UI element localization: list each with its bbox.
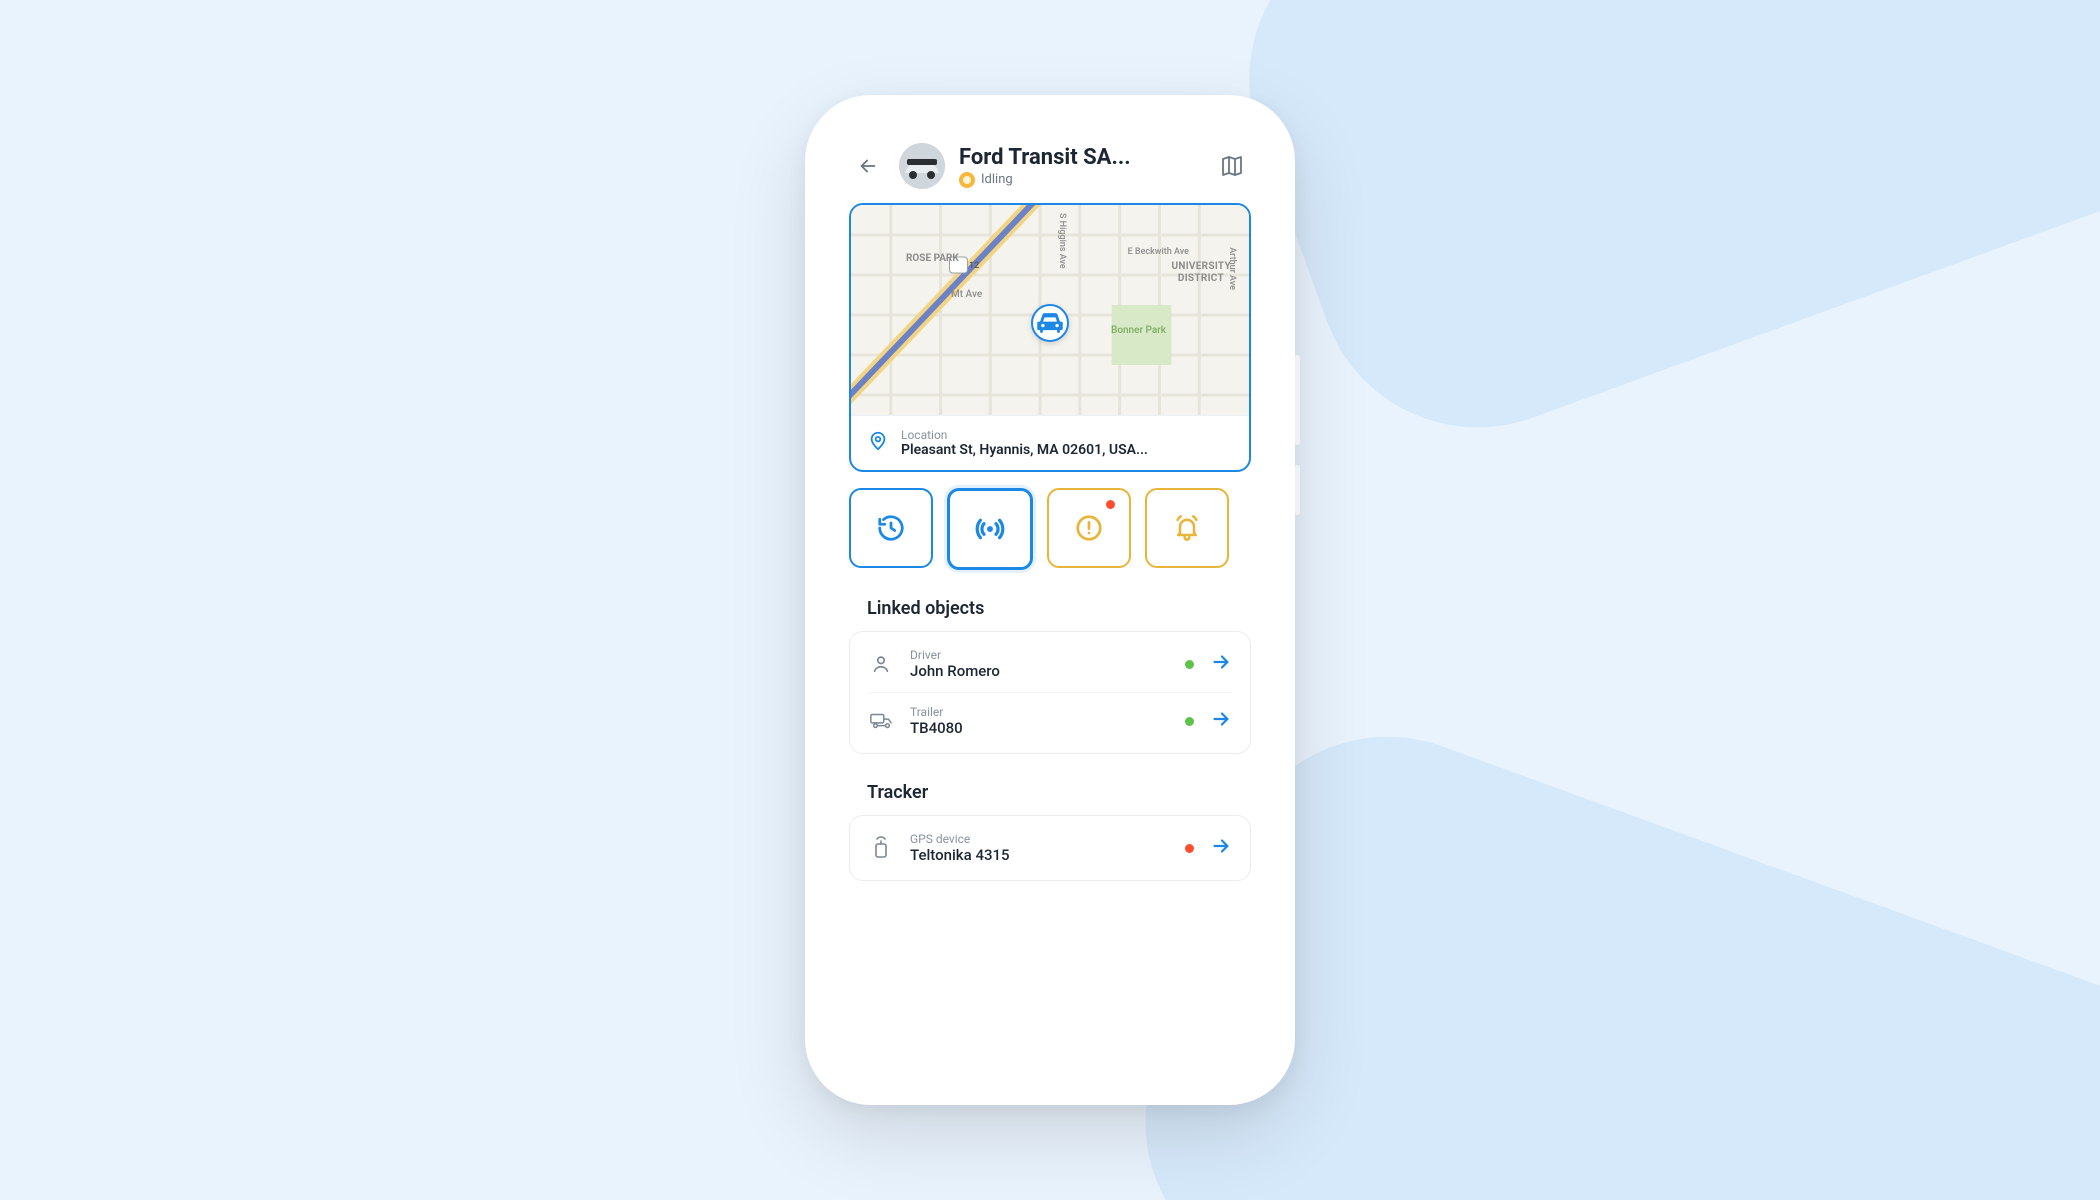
driver-status-led [1185,660,1194,669]
map-label-beckwith: E Beckwith Ave [1128,247,1189,257]
vehicle-avatar [899,143,945,189]
car-icon [1033,306,1067,340]
arrow-right-icon [1210,708,1232,730]
location-value: Pleasant St, Hyannis, MA 02601, USA... [901,442,1211,458]
tracker-title: Tracker [867,782,1247,803]
map-card: ROSE PARK Mt Ave Bonner Park UNIVERSITY … [849,203,1251,472]
location-pin-icon [867,430,889,456]
map-icon [1220,154,1244,178]
tracker-open-arrow[interactable] [1210,835,1232,861]
page-title: Ford Transit SA... [959,145,1201,170]
tracker-card: GPS device Teltonika 4315 [849,815,1251,881]
linked-objects-title: Linked objects [867,598,1247,619]
alerts-button[interactable] [1047,488,1131,568]
map-label-univ2: DISTRICT [1178,273,1224,284]
alerts-badge [1106,500,1115,509]
trailer-icon [868,710,894,732]
broadcast-icon [974,513,1006,545]
arrow-right-icon [1210,651,1232,673]
phone-screen: Ford Transit SA... Idling [827,117,1273,1083]
driver-label: Driver [910,648,1169,662]
tracker-row[interactable]: GPS device Teltonika 4315 [868,820,1232,876]
phone-frame: Ford Transit SA... Idling [805,95,1295,1105]
arrow-left-icon [857,155,879,177]
map-label-univ1: UNIVERSITY [1171,261,1231,272]
back-button[interactable] [851,149,885,183]
linked-objects-card: Driver John Romero Trailer TB4080 [849,631,1251,754]
map-label-rosepark: ROSE PARK [906,253,959,264]
vehicle-pin[interactable] [1031,304,1069,342]
vehicle-status-text: Idling [981,172,1013,187]
live-button[interactable] [947,488,1033,570]
vehicle-status: Idling [959,172,1201,188]
map-label-mtave: Mt Ave [951,289,982,300]
location-label: Location [901,428,1233,442]
bg-decoration-top [1204,0,2100,472]
header: Ford Transit SA... Idling [849,139,1251,203]
idling-icon [959,172,975,188]
map-label-higgins: S Higgins Ave [1057,213,1067,269]
map-label-arthur: Arthur Ave [1227,247,1237,290]
arrow-right-icon [1210,835,1232,857]
linked-row-trailer[interactable]: Trailer TB4080 [868,692,1232,749]
driver-value: John Romero [910,662,1169,680]
map-label-shield: 12 [969,261,979,271]
driver-open-arrow[interactable] [1210,651,1232,677]
history-button[interactable] [849,488,933,568]
trailer-label: Trailer [910,705,1169,719]
open-map-button[interactable] [1215,149,1249,183]
bell-icon [1173,514,1201,542]
alert-icon [1074,513,1104,543]
notifications-button[interactable] [1145,488,1229,568]
history-icon [876,513,906,543]
map-preview[interactable]: ROSE PARK Mt Ave Bonner Park UNIVERSITY … [851,205,1249,415]
device-icon [868,836,894,860]
trailer-value: TB4080 [910,719,1169,737]
tracker-label: GPS device [910,832,1169,846]
person-icon [868,653,894,675]
trailer-open-arrow[interactable] [1210,708,1232,734]
map-label-bonner: Bonner Park [1111,325,1166,336]
tracker-value: Teltonika 4315 [910,846,1169,864]
trailer-status-led [1185,717,1194,726]
location-row[interactable]: Location Pleasant St, Hyannis, MA 02601,… [851,415,1249,470]
linked-row-driver[interactable]: Driver John Romero [868,636,1232,692]
tracker-status-led [1185,844,1194,853]
action-row [849,488,1251,570]
